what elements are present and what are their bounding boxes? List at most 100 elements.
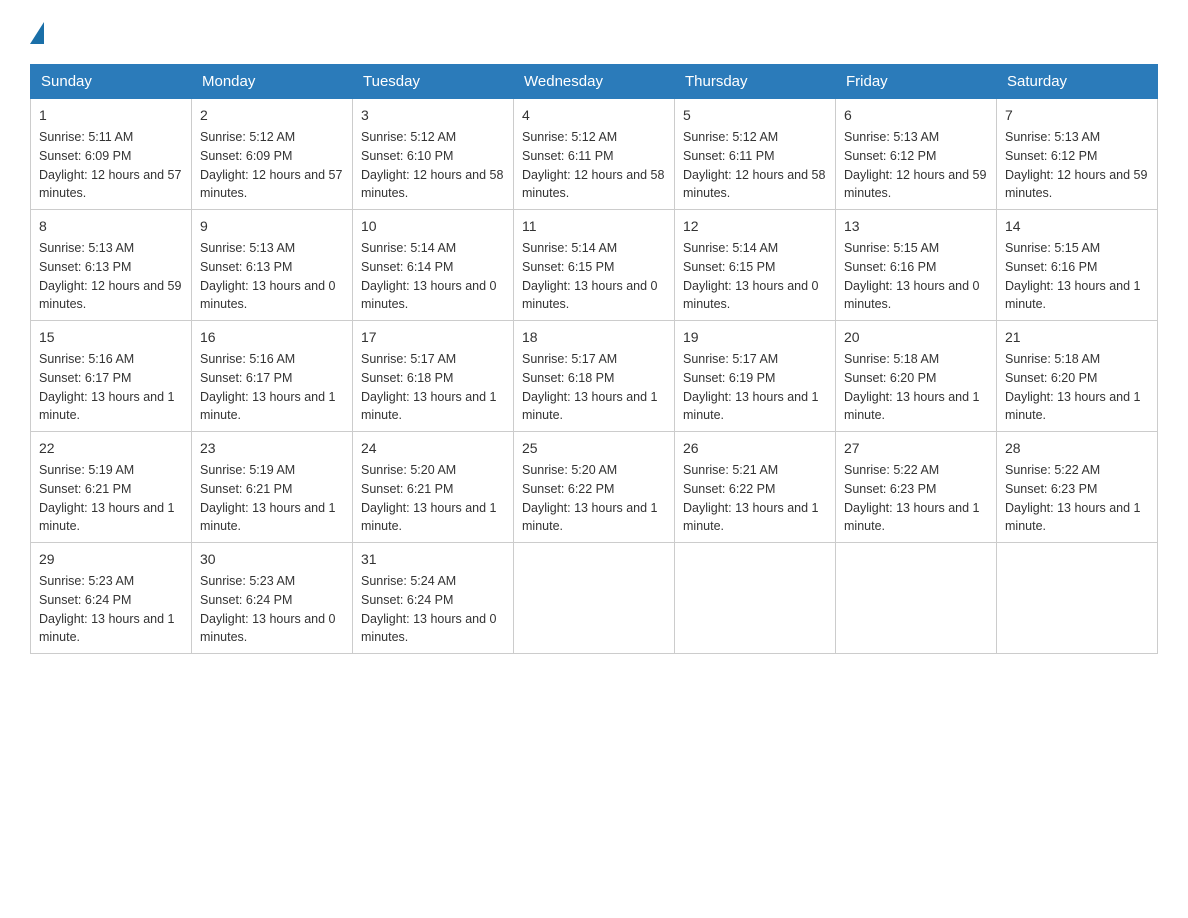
daylight-text: Daylight: 13 hours and 1 minute. [683, 501, 819, 534]
calendar-cell [997, 543, 1158, 654]
sunset-text: Sunset: 6:16 PM [844, 260, 936, 274]
day-number: 24 [361, 438, 505, 459]
sunrise-text: Sunrise: 5:24 AM [361, 574, 456, 588]
sunrise-text: Sunrise: 5:12 AM [683, 130, 778, 144]
sunset-text: Sunset: 6:23 PM [844, 482, 936, 496]
day-number: 4 [522, 105, 666, 126]
daylight-text: Daylight: 12 hours and 58 minutes. [522, 168, 664, 201]
sunrise-text: Sunrise: 5:23 AM [200, 574, 295, 588]
day-number: 27 [844, 438, 988, 459]
day-number: 16 [200, 327, 344, 348]
sunrise-text: Sunrise: 5:13 AM [844, 130, 939, 144]
week-row-3: 15Sunrise: 5:16 AMSunset: 6:17 PMDayligh… [31, 321, 1158, 432]
calendar-table: SundayMondayTuesdayWednesdayThursdayFrid… [30, 64, 1158, 654]
sunrise-text: Sunrise: 5:22 AM [844, 463, 939, 477]
day-number: 9 [200, 216, 344, 237]
sunrise-text: Sunrise: 5:13 AM [200, 241, 295, 255]
sunset-text: Sunset: 6:15 PM [522, 260, 614, 274]
sunset-text: Sunset: 6:22 PM [522, 482, 614, 496]
weekday-header-wednesday: Wednesday [514, 65, 675, 99]
calendar-cell: 29Sunrise: 5:23 AMSunset: 6:24 PMDayligh… [31, 543, 192, 654]
sunrise-text: Sunrise: 5:18 AM [1005, 352, 1100, 366]
weekday-header-sunday: Sunday [31, 65, 192, 99]
day-number: 29 [39, 549, 183, 570]
calendar-cell: 4Sunrise: 5:12 AMSunset: 6:11 PMDaylight… [514, 99, 675, 210]
sunset-text: Sunset: 6:15 PM [683, 260, 775, 274]
sunset-text: Sunset: 6:17 PM [200, 371, 292, 385]
day-number: 5 [683, 105, 827, 126]
day-number: 30 [200, 549, 344, 570]
sunrise-text: Sunrise: 5:17 AM [361, 352, 456, 366]
daylight-text: Daylight: 13 hours and 1 minute. [200, 501, 336, 534]
daylight-text: Daylight: 13 hours and 0 minutes. [361, 612, 497, 645]
calendar-cell: 5 Sunrise: 5:12 AM Sunset: 6:11 PM Daylight… [675, 99, 836, 210]
calendar-cell: 26Sunrise: 5:21 AMSunset: 6:22 PMDayligh… [675, 432, 836, 543]
sunset-text: Sunset: 6:21 PM [361, 482, 453, 496]
daylight-text: Daylight: 13 hours and 1 minute. [39, 501, 175, 534]
calendar-cell: 21 Sunrise: 5:18 AM Sunset: 6:20 PM Dayligh… [997, 321, 1158, 432]
sunrise-text: Sunrise: 5:18 AM [844, 352, 939, 366]
day-number: 23 [200, 438, 344, 459]
sunset-text: Sunset: 6:09 PM [39, 149, 131, 163]
daylight-text: Daylight: 13 hours and 0 minutes. [522, 279, 658, 312]
daylight-text: Daylight: 13 hours and 1 minute. [1005, 390, 1141, 423]
sunrise-text: Sunrise: 5:13 AM [1005, 130, 1100, 144]
day-number: 13 [844, 216, 988, 237]
sunset-text: Sunset: 6:13 PM [200, 260, 292, 274]
day-number: 8 [39, 216, 183, 237]
calendar-cell: 25Sunrise: 5:20 AMSunset: 6:22 PMDayligh… [514, 432, 675, 543]
sunrise-text: Sunrise: 5:22 AM [1005, 463, 1100, 477]
daylight-text: Daylight: 12 hours and 59 minutes. [1005, 168, 1147, 201]
daylight-text: Daylight: 13 hours and 1 minute. [361, 501, 497, 534]
day-number: 21 [1005, 327, 1149, 348]
daylight-text: Daylight: 13 hours and 0 minutes. [200, 279, 336, 312]
sunset-text: Sunset: 6:11 PM [683, 149, 775, 163]
calendar-cell: 13Sunrise: 5:15 AMSunset: 6:16 PMDayligh… [836, 210, 997, 321]
calendar-cell: 6Sunrise: 5:13 AMSunset: 6:12 PMDaylight… [836, 99, 997, 210]
sunset-text: Sunset: 6:16 PM [1005, 260, 1097, 274]
daylight-text: Daylight: 13 hours and 1 minute. [39, 390, 175, 423]
calendar-cell: 8Sunrise: 5:13 AMSunset: 6:13 PMDaylight… [31, 210, 192, 321]
calendar-cell: 19Sunrise: 5:17 AMSunset: 6:19 PMDayligh… [675, 321, 836, 432]
sunrise-text: Sunrise: 5:21 AM [683, 463, 778, 477]
day-number: 12 [683, 216, 827, 237]
calendar-cell: 12Sunrise: 5:14 AMSunset: 6:15 PMDayligh… [675, 210, 836, 321]
calendar-cell: 15Sunrise: 5:16 AMSunset: 6:17 PMDayligh… [31, 321, 192, 432]
sunrise-text: Sunrise: 5:20 AM [361, 463, 456, 477]
day-number: 2 [200, 105, 344, 126]
sunrise-text: Sunrise: 5:11 AM [39, 130, 133, 144]
day-number: 31 [361, 549, 505, 570]
sunrise-text: Sunrise: 5:23 AM [39, 574, 134, 588]
day-number: 10 [361, 216, 505, 237]
day-number: 6 [844, 105, 988, 126]
calendar-cell: 16Sunrise: 5:16 AMSunset: 6:17 PMDayligh… [192, 321, 353, 432]
calendar-cell: 28Sunrise: 5:22 AMSunset: 6:23 PMDayligh… [997, 432, 1158, 543]
week-row-4: 22 Sunrise: 5:19 AM Sunset: 6:21 PM Dayligh… [31, 432, 1158, 543]
sunset-text: Sunset: 6:24 PM [39, 593, 131, 607]
sunset-text: Sunset: 6:11 PM [522, 149, 614, 163]
daylight-text: Daylight: 12 hours and 57 minutes. [200, 168, 342, 201]
calendar-cell: 11Sunrise: 5:14 AMSunset: 6:15 PMDayligh… [514, 210, 675, 321]
day-number: 22 [39, 438, 183, 459]
sunset-text: Sunset: 6:18 PM [522, 371, 614, 385]
sunrise-text: Sunrise: 5:14 AM [522, 241, 617, 255]
sunset-text: Sunset: 6:21 PM [39, 482, 131, 496]
day-number: 19 [683, 327, 827, 348]
sunset-text: Sunset: 6:13 PM [39, 260, 131, 274]
sunrise-text: Sunrise: 5:19 AM [39, 463, 134, 477]
week-row-2: 8 Sunrise: 5:13 AM Sunset: 6:13 PM Daylight… [31, 210, 1158, 321]
calendar-cell: 2Sunrise: 5:12 AMSunset: 6:09 PMDaylight… [192, 99, 353, 210]
calendar-cell: 17Sunrise: 5:17 AMSunset: 6:18 PMDayligh… [353, 321, 514, 432]
daylight-text: Daylight: 13 hours and 0 minutes. [844, 279, 980, 312]
weekday-header-thursday: Thursday [675, 65, 836, 99]
daylight-text: Daylight: 12 hours and 58 minutes. [683, 168, 825, 201]
weekday-header-saturday: Saturday [997, 65, 1158, 99]
sunset-text: Sunset: 6:20 PM [844, 371, 936, 385]
sunset-text: Sunset: 6:20 PM [1005, 371, 1097, 385]
week-row-5: 29 Sunrise: 5:23 AM Sunset: 6:24 PM Dayligh… [31, 543, 1158, 654]
sunrise-text: Sunrise: 5:16 AM [200, 352, 295, 366]
week-row-1: 1Sunrise: 5:11 AMSunset: 6:09 PMDaylight… [31, 99, 1158, 210]
sunrise-text: Sunrise: 5:13 AM [39, 241, 134, 255]
sunset-text: Sunset: 6:17 PM [39, 371, 131, 385]
sunset-text: Sunset: 6:23 PM [1005, 482, 1097, 496]
